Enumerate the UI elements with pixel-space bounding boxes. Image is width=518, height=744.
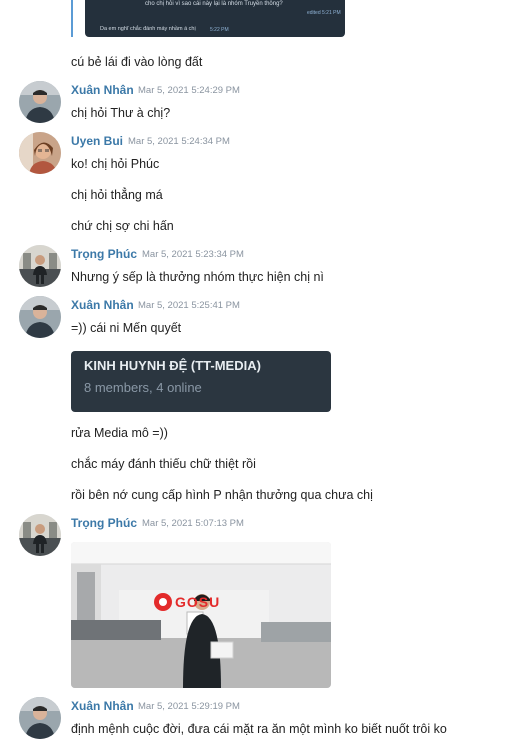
- reply-preview-line1: cho chị hỏi vì sao cái này lại là nhóm T…: [145, 1, 283, 7]
- reply-screenshot-image[interactable]: cho chị hỏi vì sao cái này lại là nhóm T…: [85, 0, 345, 37]
- message-text: =)) cái ni Mến quyết: [71, 321, 182, 335]
- message-text: định mệnh cuộc đời, đưa cái mặt ra ăn mộ…: [71, 722, 447, 736]
- message-text: ko! chị hỏi Phúc: [71, 157, 160, 171]
- photo-logo-text: GOSU: [175, 594, 221, 610]
- message-author[interactable]: Uyen Bui: [71, 134, 123, 148]
- message-timestamp: Mar 5, 2021 5:07:13 PM: [142, 518, 244, 529]
- message-timestamp: Mar 5, 2021 5:25:41 PM: [138, 300, 240, 311]
- avatar[interactable]: [19, 245, 61, 287]
- message-text: rửa Media mô =)): [71, 426, 168, 440]
- photo-image[interactable]: GOSU: [71, 542, 331, 688]
- avatar[interactable]: [19, 514, 61, 556]
- avatar-trong-phuc-icon: [19, 514, 61, 556]
- avatar[interactable]: [19, 132, 61, 174]
- message-timestamp: Mar 5, 2021 5:24:29 PM: [138, 85, 240, 96]
- message-text: Nhưng ý sếp là thưởng nhóm thực hiện chị…: [71, 270, 324, 284]
- reply-preview-meta: edited 5:21 PM: [307, 10, 341, 16]
- message-timestamp: Mar 5, 2021 5:29:19 PM: [138, 701, 240, 712]
- message-author[interactable]: Xuân Nhân: [71, 699, 134, 713]
- office-photo-icon: [71, 542, 331, 688]
- reply-preview-line2: Da em nghĩ chắc đánh máy nhầm á chị: [100, 26, 196, 32]
- reply-preview-time2: 5:22 PM: [210, 27, 229, 33]
- message-text: cú bẻ lái đi vào lòng đất: [71, 55, 203, 69]
- avatar-uyen-bui-icon: [19, 132, 61, 174]
- message-text: chứ chị sợ chi hấn: [71, 219, 174, 233]
- message-text: rồi bên nớ cung cấp hình P nhận thưởng q…: [71, 488, 373, 502]
- message-author[interactable]: Trọng Phúc: [71, 516, 137, 530]
- message-text: chị hỏi Thư à chị?: [71, 106, 171, 120]
- message-author[interactable]: Xuân Nhân: [71, 298, 134, 312]
- message-timestamp: Mar 5, 2021 5:23:34 PM: [142, 249, 244, 260]
- message-author[interactable]: Xuân Nhân: [71, 83, 134, 97]
- group-card-image[interactable]: KINH HUYNH ĐỆ (TT-MEDIA) 8 members, 4 on…: [71, 351, 331, 412]
- avatar-trong-phuc-icon: [19, 245, 61, 287]
- message-text: chắc máy đánh thiếu chữ thiệt rồi: [71, 457, 256, 471]
- avatar[interactable]: [19, 697, 61, 739]
- avatar-xuan-nhan-icon: [19, 296, 61, 338]
- avatar-xuan-nhan-icon: [19, 697, 61, 739]
- message-text: chị hỏi thẳng má: [71, 188, 163, 202]
- group-card-title: KINH HUYNH ĐỆ (TT-MEDIA): [84, 358, 261, 373]
- reply-quote-bar: [71, 0, 73, 37]
- avatar[interactable]: [19, 81, 61, 123]
- message-author[interactable]: Trọng Phúc: [71, 247, 137, 261]
- avatar-xuan-nhan-icon: [19, 81, 61, 123]
- avatar[interactable]: [19, 296, 61, 338]
- group-card-subtitle: 8 members, 4 online: [84, 380, 202, 395]
- message-timestamp: Mar 5, 2021 5:24:34 PM: [128, 136, 230, 147]
